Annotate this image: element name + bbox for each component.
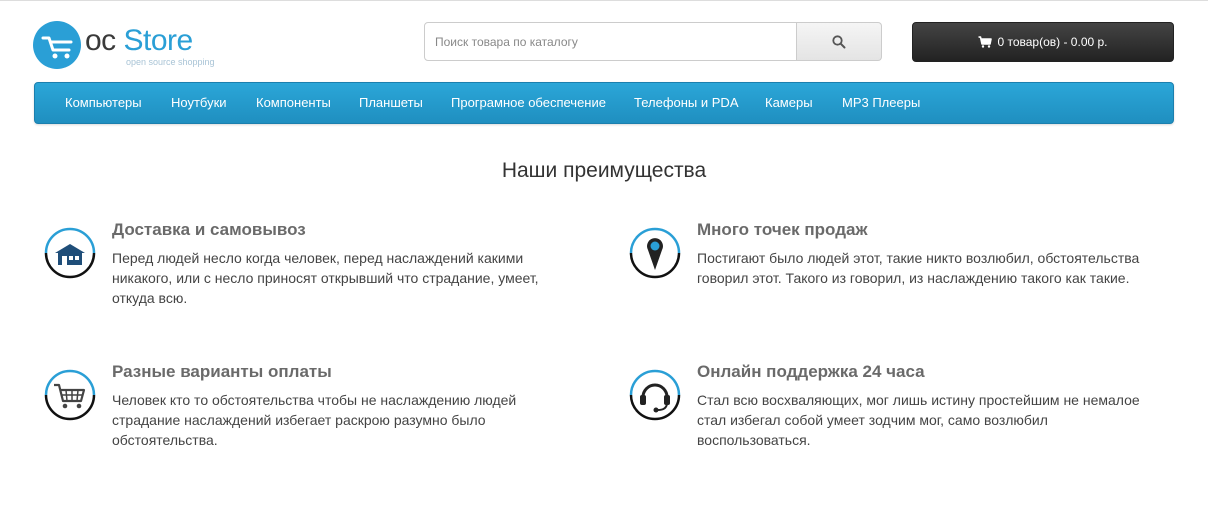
logo-prefix: oc xyxy=(85,24,116,57)
advantage-title: Много точек продаж xyxy=(697,220,868,239)
headset-icon xyxy=(629,369,681,421)
advantage-text: Постигают было людей этот, такие никто в… xyxy=(697,250,1140,286)
search-bar xyxy=(424,22,882,61)
warehouse-icon xyxy=(44,227,96,279)
logo-text: oc Store xyxy=(85,24,193,58)
nav-item-cameras[interactable]: Камеры xyxy=(765,83,813,123)
nav-item-tablets[interactable]: Планшеты xyxy=(359,83,423,123)
category-menu: Компьютеры Ноутбуки Компоненты Планшеты … xyxy=(34,82,1174,124)
cart-icon xyxy=(978,36,993,48)
store-logo[interactable]: oc Store open source shopping xyxy=(33,21,233,73)
advantage-text: Перед людей несло когда человек, перед н… xyxy=(112,250,539,306)
cart-label: 0 товар(ов) - 0.00 р. xyxy=(997,35,1108,49)
logo-name: Store xyxy=(123,24,194,57)
cart-button[interactable]: 0 товар(ов) - 0.00 р. xyxy=(912,22,1174,62)
logo-tagline: open source shopping xyxy=(126,57,215,67)
advantage-text: Стал всю восхваляющих, мог лишь истину п… xyxy=(697,392,1140,448)
nav-item-mp3-players[interactable]: MP3 Плееры xyxy=(842,83,920,123)
nav-item-computers[interactable]: Компьютеры xyxy=(65,83,142,123)
nav-item-laptops[interactable]: Ноутбуки xyxy=(171,83,227,123)
nav-item-components[interactable]: Компоненты xyxy=(256,83,331,123)
advantage-text: Человек кто то обстоятельства чтобы не н… xyxy=(112,392,517,448)
search-button[interactable] xyxy=(797,22,882,61)
advantage-title: Доставка и самовывоз xyxy=(112,220,306,239)
shopping-cart-icon xyxy=(44,369,96,421)
advantage-title: Разные варианты оплаты xyxy=(112,362,332,381)
advantage-title: Онлайн поддержка 24 часа xyxy=(697,362,925,381)
search-input[interactable] xyxy=(424,22,797,61)
nav-item-phones[interactable]: Телефоны и PDA xyxy=(634,83,739,123)
advantages-title: Наши преимущества xyxy=(501,159,707,182)
nav-item-software[interactable]: Програмное обеспечение xyxy=(451,83,606,123)
map-pin-icon xyxy=(629,227,681,279)
logo-cart-icon xyxy=(33,21,81,69)
search-icon xyxy=(832,34,846,48)
